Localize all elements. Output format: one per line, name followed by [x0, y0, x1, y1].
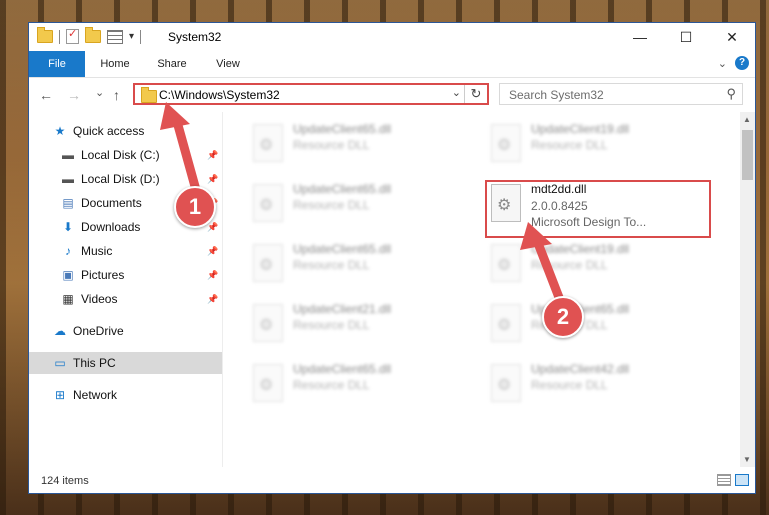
- step-badge-1: 1: [174, 186, 216, 228]
- arrow-to-file-tile: [520, 222, 565, 305]
- step-badge-2: 2: [542, 296, 584, 338]
- annotation-arrows: [160, 102, 565, 305]
- arrow-to-address-bar: [160, 102, 201, 195]
